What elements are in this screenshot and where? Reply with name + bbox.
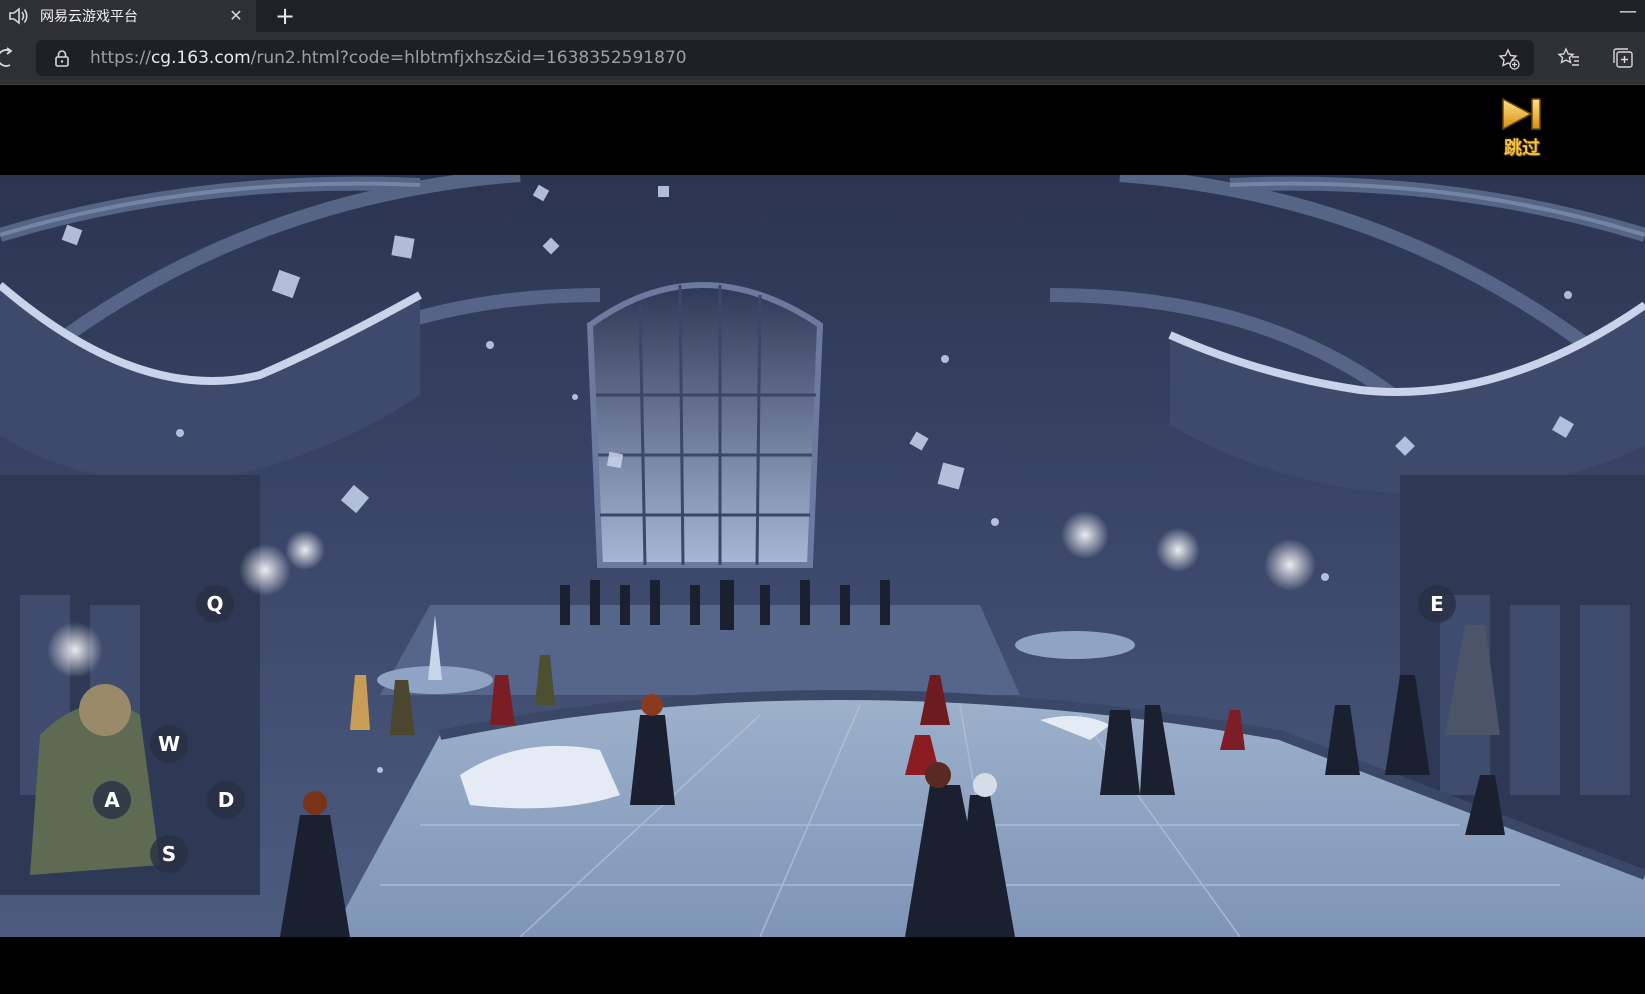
browser-toolbar: https://cg.163.com/run2.html?code=hlbtmf… [0, 32, 1645, 85]
close-icon[interactable]: ✕ [226, 6, 246, 26]
add-favorite-icon[interactable] [1498, 48, 1520, 70]
skip-button[interactable]: 跳过 [1494, 94, 1550, 160]
reload-icon[interactable] [0, 46, 18, 70]
url-prefix: https:// [90, 48, 151, 68]
collections-icon[interactable] [1611, 46, 1635, 70]
url-host: cg.163.com [150, 48, 251, 68]
key-e-button[interactable]: E [1418, 585, 1456, 623]
key-w-button[interactable]: W [150, 725, 188, 763]
minimize-button[interactable]: — [1617, 3, 1639, 25]
lock-icon[interactable] [53, 49, 71, 67]
skip-forward-icon [1502, 97, 1541, 131]
ballroom-cutscene [0, 175, 1645, 937]
key-d-button[interactable]: D [207, 781, 245, 819]
url-text[interactable]: https://cg.163.com/run2.html?code=hlbtmf… [90, 48, 687, 68]
key-q-button[interactable]: Q [196, 585, 234, 623]
favorites-icon[interactable] [1557, 46, 1581, 70]
skip-label: 跳过 [1504, 138, 1540, 159]
game-viewport[interactable]: 跳过 Q W A D S E [0, 85, 1645, 994]
url-path: /run2.html?code=hlbtmfjxhsz&id=163835259… [250, 48, 687, 68]
tab-strip: 网易云游戏平台 ✕ + — [0, 0, 1645, 32]
speaker-icon[interactable] [8, 6, 32, 26]
browser-tab-active[interactable]: 网易云游戏平台 ✕ [0, 0, 256, 32]
new-tab-button[interactable]: + [272, 3, 298, 29]
address-bar[interactable]: https://cg.163.com/run2.html?code=hlbtmf… [36, 40, 1534, 76]
tab-title: 网易云游戏平台 [40, 9, 138, 25]
key-s-button[interactable]: S [150, 835, 188, 873]
key-a-button[interactable]: A [93, 781, 131, 819]
